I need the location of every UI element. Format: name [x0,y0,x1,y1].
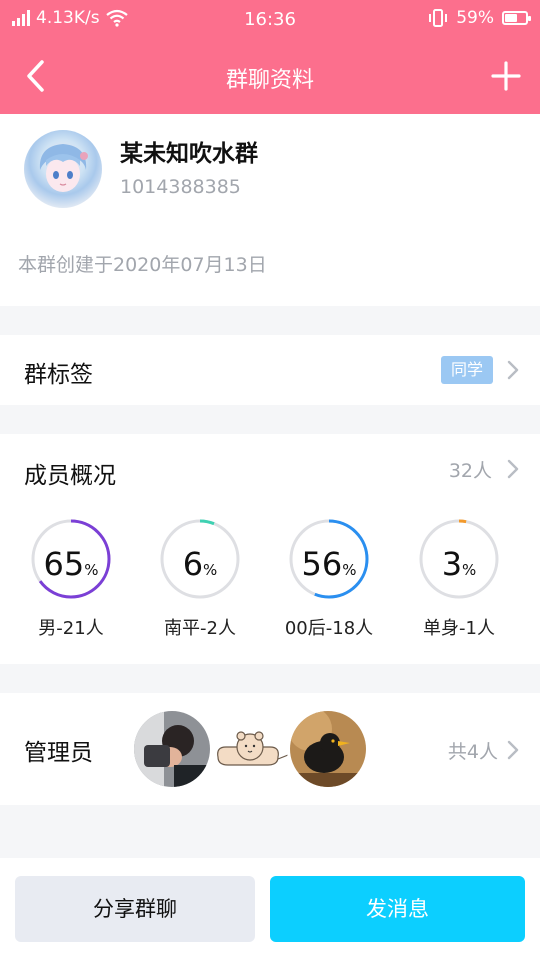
group-name: 某未知吹水群 [120,141,258,167]
stat-unit: % [203,561,218,579]
admins-label: 管理员 [24,740,93,766]
chevron-right-icon[interactable] [506,459,520,479]
chevron-right-icon[interactable] [506,740,520,760]
member-count[interactable]: 32人 [449,456,492,483]
stat-unit: % [342,561,357,579]
stat-value: 6% [135,548,265,586]
anime-avatar-image [39,144,88,192]
battery-percent: 59% [456,8,494,28]
stat-label: 00后-18人 [284,618,374,639]
cartoon-animal-image [212,711,288,787]
stat-number: 6 [182,545,204,583]
member-stat: 56% 00后-18人 [264,514,394,644]
stat-value: 65% [6,548,136,586]
bird-photo-image [290,711,366,787]
member-overview: 成员概况 32人 65% 男-21人 6% 南平-2人 56% 00后-18人 3% 单身-1… [0,434,540,664]
admin-avatar[interactable] [212,711,288,787]
vibrate-icon [429,9,448,27]
battery-icon [502,11,531,25]
chevron-right-icon [507,360,519,380]
stat-number: 65 [43,545,85,583]
member-stat: 65% 男-21人 [6,514,136,644]
top-bar: 4.13K/s 16:36 59% 群聊资料 [0,0,540,114]
stat-unit: % [84,561,99,579]
stat-number: 56 [301,545,343,583]
admin-avatar[interactable] [134,711,210,787]
stat-label: 单身-1人 [423,618,495,639]
admin-avatar[interactable] [290,711,366,787]
stat-unit: % [462,561,477,579]
admin-photo-image [134,711,210,787]
group-tags-label: 群标签 [24,362,93,388]
share-group-button[interactable]: 分享群聊 [15,876,255,942]
send-message-button[interactable]: 发消息 [270,876,525,942]
admins-row[interactable]: 管理员 共4人 [0,693,540,805]
admin-count[interactable]: 共4人 [448,737,498,764]
status-bar: 4.13K/s 16:36 59% [0,0,540,38]
member-stat: 6% 南平-2人 [135,514,265,644]
stat-number: 3 [441,545,463,583]
add-icon[interactable] [490,60,522,92]
group-id: 1014388385 [120,176,241,198]
group-avatar[interactable] [24,130,102,208]
group-created-date: 本群创建于2020年07月13日 [18,254,267,276]
member-stats: 65% 男-21人 6% 南平-2人 56% 00后-18人 3% 单身-1人 [0,514,540,654]
stat-value: 3% [394,548,524,586]
tag-badge: 同学 [440,356,493,384]
stat-label: 南平-2人 [164,618,236,639]
group-tags-row[interactable]: 群标签 同学 [0,335,540,405]
page-title: 群聊资料 [225,68,314,93]
stat-value: 56% [264,548,394,586]
group-profile: 某未知吹水群 1014388385 本群创建于2020年07月13日 [0,114,540,306]
nav-bar: 群聊资料 [0,38,540,114]
stat-label: 男-21人 [38,618,104,639]
bottom-action-bar: 分享群聊 发消息 [0,858,540,960]
member-overview-label: 成员概况 [24,463,116,489]
member-stat: 3% 单身-1人 [394,514,524,644]
